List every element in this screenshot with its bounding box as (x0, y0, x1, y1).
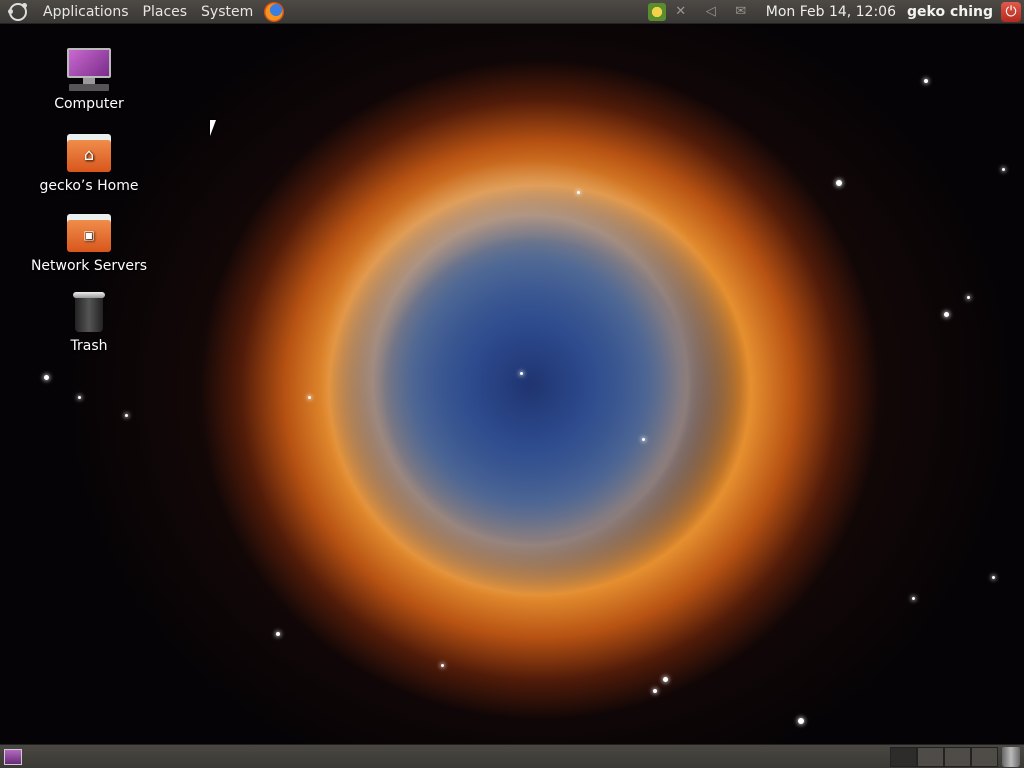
workspace-switcher (890, 746, 998, 767)
desktop-icon-trash[interactable]: Trash (24, 288, 154, 354)
star (992, 576, 995, 579)
star (944, 312, 949, 317)
network-disconnected-icon[interactable]: ✕ (672, 3, 690, 21)
menu-applications[interactable]: Applications (36, 0, 136, 24)
trash-icon (65, 288, 113, 336)
update-notifier-icon[interactable] (647, 2, 666, 21)
top-panel: Applications Places System ✕ ◁ ✉ Mon Feb… (0, 0, 1024, 24)
panel-tray: ✕ ◁ ✉ Mon Feb 14, 12:06 geko ching ⏻ (647, 0, 1024, 24)
desktop-wallpaper (0, 0, 1024, 768)
computer-icon (65, 46, 113, 94)
show-desktop-button[interactable] (4, 748, 22, 765)
workspace-1[interactable] (890, 746, 917, 767)
workspace-3[interactable] (944, 746, 971, 767)
workspace-4[interactable] (971, 746, 998, 767)
power-icon[interactable]: ⏻ (1001, 1, 1021, 22)
trash-applet-icon[interactable] (1002, 746, 1020, 767)
user-menu[interactable]: geko ching (907, 4, 993, 20)
home-folder-icon: ⌂ (65, 128, 113, 176)
desktop-icon-label: gecko’s Home (39, 178, 139, 194)
star (308, 396, 311, 399)
menu-system[interactable]: System (194, 0, 260, 24)
star (924, 79, 928, 83)
desktop-icon-network-servers[interactable]: ▣ Network Servers (24, 208, 154, 274)
star (44, 375, 49, 380)
mail-envelope-icon[interactable]: ✉ (732, 3, 750, 21)
ubuntu-logo-icon[interactable] (8, 2, 27, 21)
star (967, 296, 970, 299)
star (642, 438, 645, 441)
bottom-panel (0, 744, 1024, 768)
desktop-icon-label: Trash (70, 338, 108, 354)
star (912, 597, 915, 600)
clock[interactable]: Mon Feb 14, 12:06 (766, 4, 896, 20)
desktop-icon-home[interactable]: ⌂ gecko’s Home (24, 128, 154, 194)
star (520, 372, 523, 375)
star (577, 191, 580, 194)
star (441, 664, 444, 667)
star (276, 632, 280, 636)
star (78, 396, 81, 399)
firefox-launcher-icon[interactable] (264, 1, 285, 22)
star (125, 414, 128, 417)
workspace-2[interactable] (917, 746, 944, 767)
desktop-icon-label: Network Servers (30, 258, 148, 274)
star (798, 718, 804, 724)
menu-places[interactable]: Places (136, 0, 195, 24)
desktop-icon-label: Computer (54, 96, 124, 112)
volume-icon[interactable]: ◁ (702, 3, 720, 21)
network-folder-icon: ▣ (65, 208, 113, 256)
star (1002, 168, 1005, 171)
star (663, 677, 668, 682)
mouse-cursor-icon (210, 120, 216, 136)
desktop-icon-computer[interactable]: Computer (24, 46, 154, 112)
star (653, 689, 657, 693)
star (836, 180, 842, 186)
